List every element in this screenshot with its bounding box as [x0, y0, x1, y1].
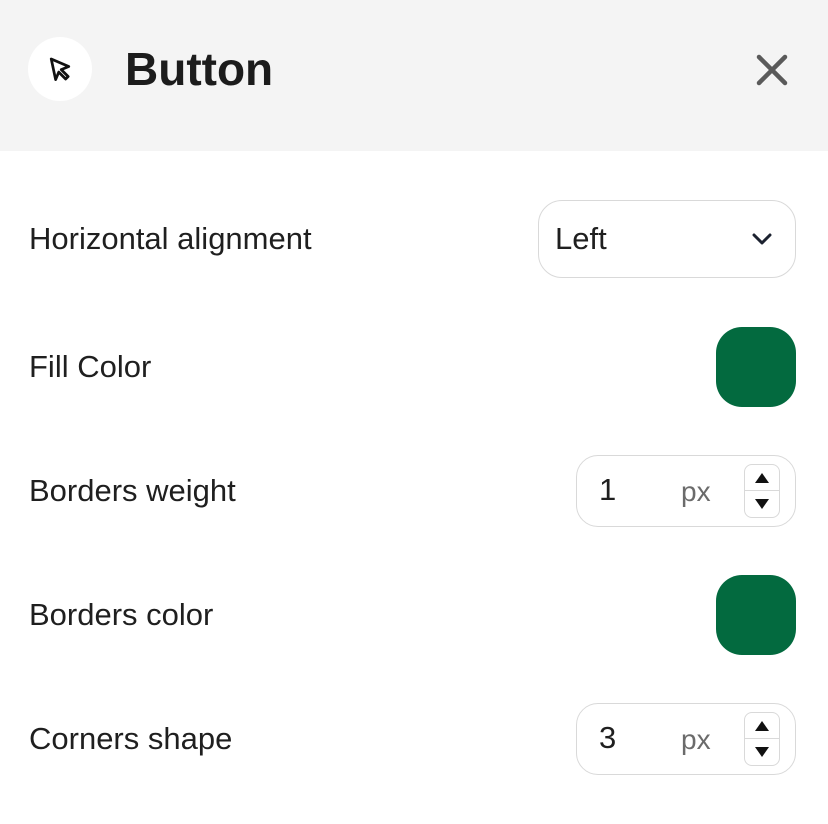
corners-shape-decrement-button[interactable]	[745, 739, 779, 765]
corners-shape-arrows	[744, 712, 780, 766]
corners-shape-stepper: 3 px	[576, 703, 796, 775]
borders-color-label: Borders color	[29, 597, 214, 632]
panel-header: Button	[0, 0, 828, 151]
chevron-down-icon	[752, 233, 772, 245]
borders-weight-label: Borders weight	[29, 473, 236, 508]
cursor-arrow-icon	[28, 37, 92, 101]
triangle-down-icon	[755, 499, 769, 509]
fill-color-label: Fill Color	[29, 349, 152, 384]
close-button[interactable]	[748, 46, 796, 94]
corners-shape-input[interactable]: 3	[599, 720, 669, 756]
corners-shape-label: Corners shape	[29, 721, 233, 756]
borders-weight-stepper: 1 px	[576, 455, 796, 527]
corners-shape-increment-button[interactable]	[745, 713, 779, 739]
triangle-up-icon	[755, 472, 769, 483]
horizontal-alignment-label: Horizontal alignment	[29, 221, 312, 256]
triangle-down-icon	[755, 747, 769, 757]
panel-title: Button	[125, 43, 274, 95]
borders-color-swatch[interactable]	[716, 575, 796, 655]
triangle-up-icon	[755, 720, 769, 731]
fill-color-swatch[interactable]	[716, 327, 796, 407]
corners-shape-unit: px	[681, 724, 711, 755]
horizontal-alignment-value: Left	[555, 221, 607, 256]
borders-weight-unit: px	[681, 476, 711, 507]
borders-weight-input[interactable]: 1	[599, 472, 669, 508]
borders-weight-arrows	[744, 464, 780, 518]
borders-weight-decrement-button[interactable]	[745, 491, 779, 517]
close-icon	[756, 54, 788, 86]
borders-weight-increment-button[interactable]	[745, 465, 779, 491]
